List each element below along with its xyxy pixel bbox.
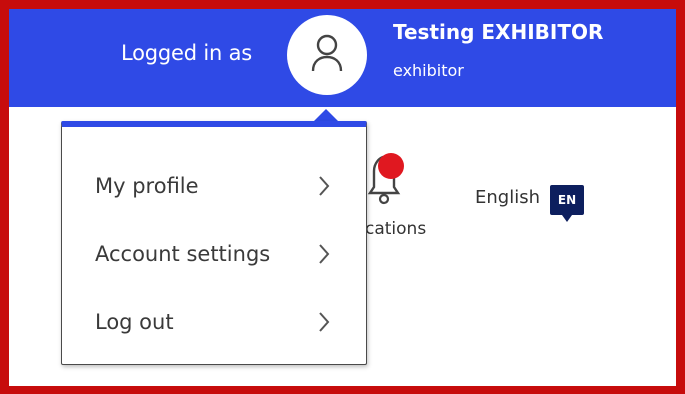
notifications-label: cations xyxy=(365,219,427,239)
language-code-badge[interactable]: EN xyxy=(550,185,584,215)
menu-item-label: My profile xyxy=(95,174,199,198)
user-header-bar: Logged in as Testing EXHIBITOR exhibitor xyxy=(9,9,676,107)
user-icon xyxy=(311,34,343,72)
chevron-right-icon xyxy=(319,312,330,332)
menu-item-account-settings[interactable]: Account settings xyxy=(62,233,366,273)
menu-item-my-profile[interactable]: My profile xyxy=(62,165,366,205)
user-dropdown-menu: My profile Account settings Log out xyxy=(61,121,367,365)
user-role: exhibitor xyxy=(393,61,464,80)
avatar[interactable] xyxy=(287,15,367,95)
notification-badge xyxy=(378,153,404,179)
highlight-frame: Logged in as Testing EXHIBITOR exhibitor… xyxy=(0,0,685,394)
dropdown-caret xyxy=(314,109,338,121)
chevron-right-icon xyxy=(319,244,330,264)
language-badge-tail xyxy=(562,215,572,222)
menu-item-log-out[interactable]: Log out xyxy=(62,301,366,341)
user-name: Testing EXHIBITOR xyxy=(393,20,604,44)
language-label[interactable]: English xyxy=(475,187,540,208)
chevron-right-icon xyxy=(319,176,330,196)
logged-in-label: Logged in as xyxy=(121,41,252,65)
menu-item-label: Account settings xyxy=(95,242,271,266)
menu-item-label: Log out xyxy=(95,310,174,334)
